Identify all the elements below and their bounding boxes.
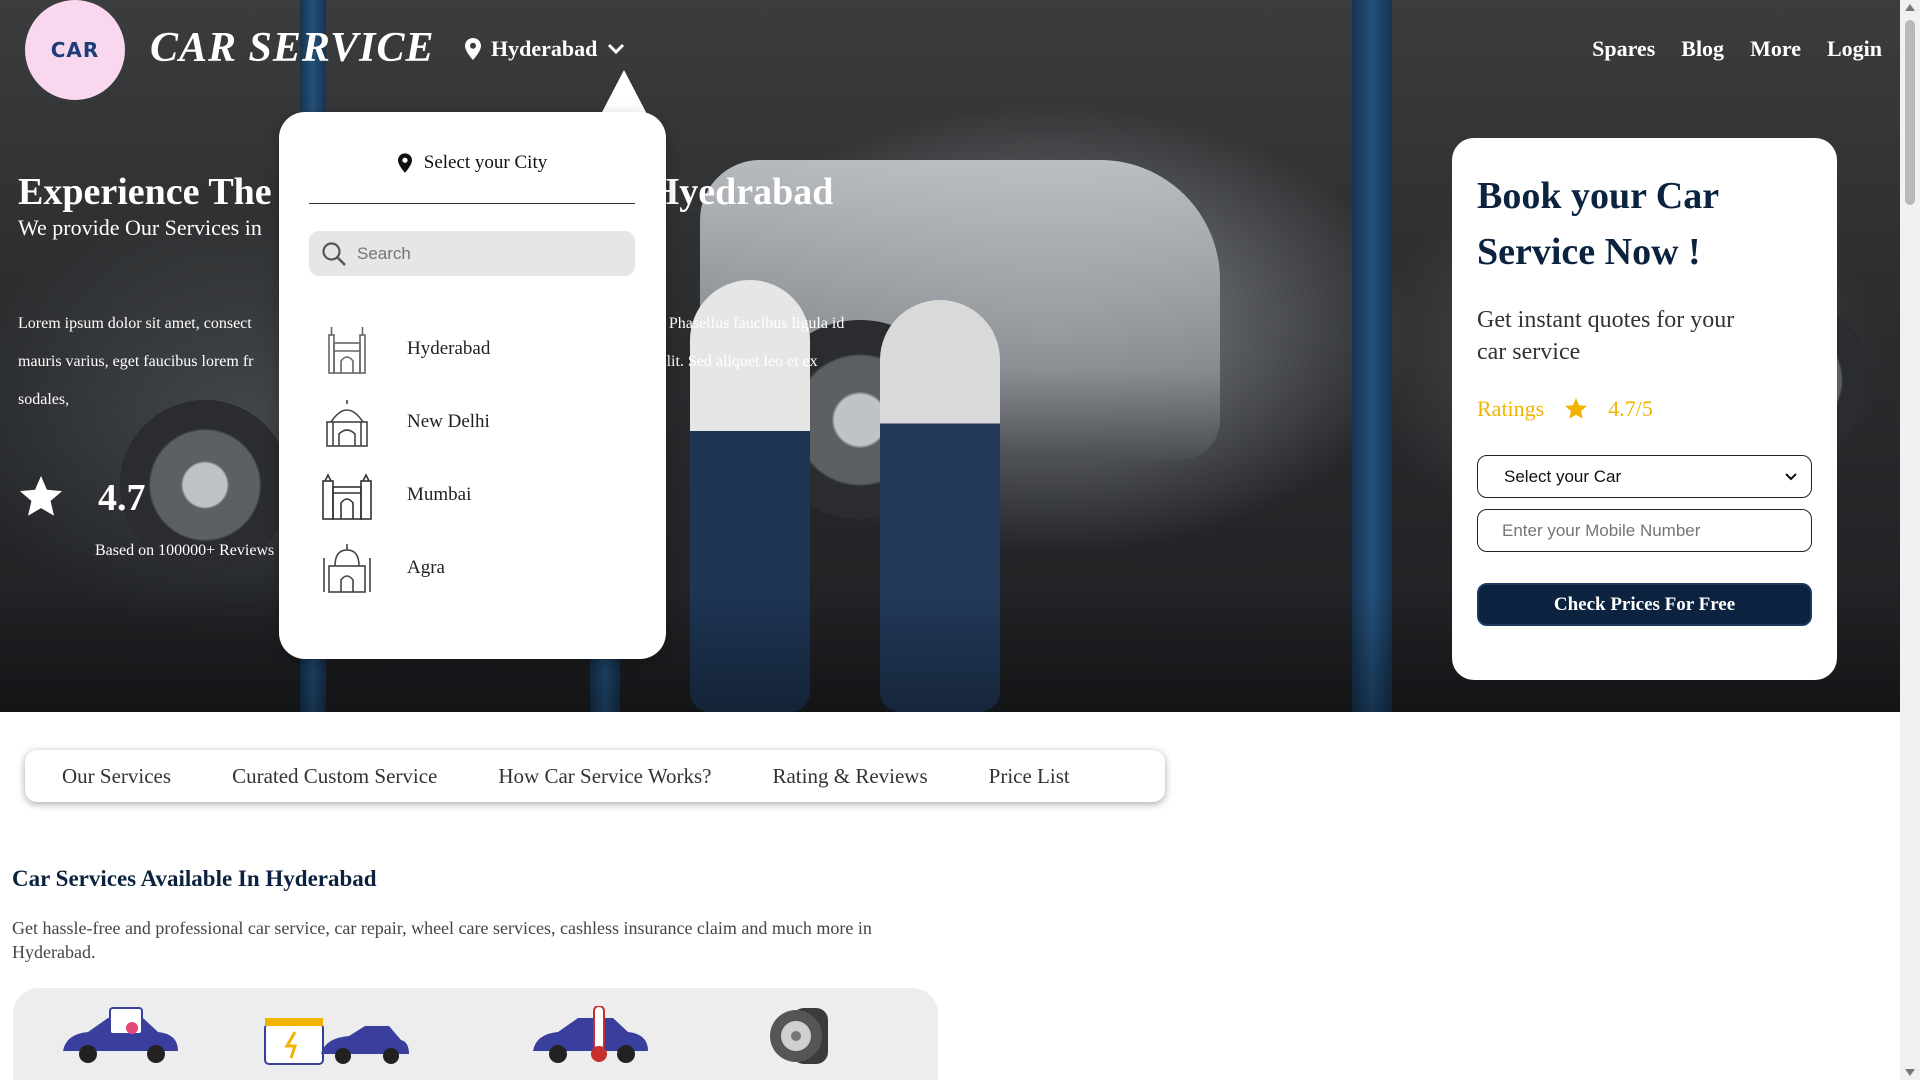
nav-blog[interactable]: Blog (1681, 36, 1724, 62)
hero-title-left: Experience The (18, 171, 272, 213)
ac-service-icon[interactable] (528, 1006, 653, 1066)
lorem-line-2-left: mauris varius, eget faucibus lorem fr (18, 353, 254, 370)
booking-ratings: Ratings 4.7/5 (1477, 396, 1653, 422)
star-icon (1565, 397, 1588, 419)
nav-more[interactable]: More (1750, 36, 1801, 62)
hero-title-right: Hyedrabad (649, 171, 834, 213)
tab-our-services[interactable]: Our Services (62, 764, 171, 789)
logo-text: CAR (50, 38, 100, 62)
select-car-label: Select your Car (1504, 466, 1622, 486)
taj-mahal-icon (323, 543, 371, 593)
periodic-service-icon[interactable] (58, 1006, 183, 1066)
select-car-dropdown[interactable]: Select your Car (1477, 455, 1812, 498)
ratings-label: Ratings (1477, 396, 1545, 421)
battery-service-icon[interactable] (261, 1010, 411, 1070)
nav-login[interactable]: Login (1827, 36, 1882, 62)
booking-card: Book your Car Service Now ! Get instant … (1452, 138, 1837, 680)
city-search-input[interactable] (357, 243, 617, 264)
services-title: Car Services Available In Hyderabad (12, 866, 377, 891)
tab-how-it-works[interactable]: How Car Service Works? (498, 764, 711, 789)
dropdown-heading: Select your City (279, 152, 666, 174)
ratings-value: 4.7/5 (1608, 396, 1653, 421)
tab-rating-reviews[interactable]: Rating & Reviews (772, 764, 927, 789)
hero-rating-value: 4.7 (98, 477, 146, 519)
tab-price-list[interactable]: Price List (989, 764, 1070, 789)
booking-subtitle: Get instant quotes for your car service (1477, 307, 1735, 365)
scroll-up-arrow[interactable] (1905, 4, 1915, 11)
charminar-icon (328, 326, 366, 374)
chevron-down-icon (1785, 472, 1797, 480)
location-pin-icon (465, 38, 481, 60)
city-name: New Delhi (407, 410, 490, 432)
hero-rating-caption: Based on 100000+ Reviews (95, 542, 275, 559)
city-item-agra[interactable]: Agra (319, 531, 490, 604)
mobile-number-input[interactable] (1477, 509, 1812, 552)
scroll-down-arrow[interactable] (1905, 1069, 1915, 1076)
section-tabs: Our Services Curated Custom Service How … (25, 750, 1165, 802)
scroll-thumb[interactable] (1905, 20, 1915, 205)
gateway-of-india-icon (322, 472, 372, 520)
lotus-temple-icon (326, 399, 368, 447)
check-prices-button[interactable]: Check Prices For Free (1477, 583, 1812, 626)
hero-subtitle: We provide Our Services in (18, 215, 262, 240)
dropdown-pointer (600, 70, 648, 116)
services-description: Get hassle-free and professional car ser… (12, 918, 872, 962)
brand-logo[interactable]: CAR (25, 0, 125, 100)
main-nav: Spares Blog More Login (1592, 36, 1882, 62)
hero-rating: 4.7 (18, 476, 146, 520)
selected-city: Hyderabad (491, 36, 598, 61)
star-icon (19, 476, 63, 516)
chevron-down-icon (608, 43, 625, 55)
tyre-service-icon[interactable] (768, 1004, 832, 1068)
city-search-box[interactable] (309, 231, 635, 276)
services-panel (13, 988, 938, 1080)
dropdown-heading-text: Select your City (423, 152, 548, 173)
city-name: Agra (407, 556, 445, 578)
nav-spares[interactable]: Spares (1592, 36, 1655, 62)
city-item-new-delhi[interactable]: New Delhi (319, 385, 490, 458)
divider (309, 203, 635, 204)
city-name: Mumbai (407, 483, 472, 505)
city-dropdown: Select your City Hyderabad (279, 112, 666, 659)
search-icon (322, 241, 346, 266)
city-selector[interactable]: Hyderabad (465, 36, 625, 62)
city-list: Hyderabad New Delhi Mumbai Agra (319, 312, 490, 604)
page-scrollbar[interactable] (1900, 0, 1920, 1080)
city-item-hyderabad[interactable]: Hyderabad (319, 312, 490, 385)
lorem-line-1-left: Lorem ipsum dolor sit amet, consect (18, 315, 252, 332)
tab-curated-custom-service[interactable]: Curated Custom Service (232, 764, 437, 789)
brand-name[interactable]: CAR SERVICE (150, 24, 435, 72)
location-pin-icon (397, 153, 412, 173)
city-item-mumbai[interactable]: Mumbai (319, 458, 490, 531)
city-name: Hyderabad (407, 337, 491, 359)
booking-title: Book your Car Service Now ! (1477, 175, 1719, 273)
